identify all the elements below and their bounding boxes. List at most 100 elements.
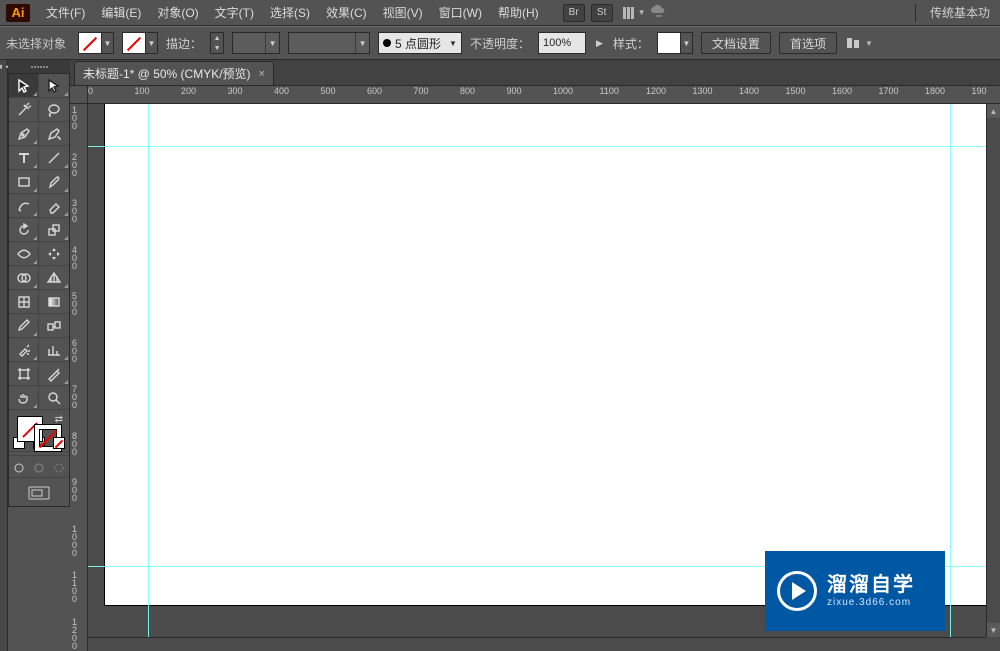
menu-type[interactable]: 文字(T)	[207, 0, 262, 25]
lasso-tool[interactable]	[39, 98, 69, 122]
menu-select[interactable]: 选择(S)	[262, 0, 318, 25]
stroke-color-control[interactable]: ▼	[122, 32, 158, 54]
menu-effect[interactable]: 效果(C)	[318, 0, 375, 25]
shaper-tool[interactable]	[9, 194, 39, 218]
perspective-grid-tool[interactable]	[39, 266, 69, 290]
variable-width-profile-dropdown[interactable]: ▼	[288, 32, 370, 54]
eyedropper-tool[interactable]	[9, 314, 39, 338]
sync-settings-button[interactable]	[650, 3, 666, 22]
ruler-tick: 1000	[553, 86, 573, 96]
vertical-scrollbar[interactable]: ▲ ▼	[986, 104, 1000, 637]
line-segment-tool[interactable]	[39, 146, 69, 170]
draw-behind[interactable]	[29, 458, 49, 477]
ruler-tick: 400	[274, 86, 289, 96]
close-tab-button[interactable]: ×	[259, 68, 265, 80]
chevron-down-icon: ▼	[145, 33, 157, 53]
stock-button[interactable]: St	[591, 4, 613, 22]
menu-window[interactable]: 窗口(W)	[431, 0, 490, 25]
width-tool[interactable]	[9, 242, 39, 266]
menu-file[interactable]: 文件(F)	[38, 0, 93, 25]
gradient-tool[interactable]	[39, 290, 69, 314]
selection-tool[interactable]	[9, 74, 39, 98]
paintbrush-tool[interactable]	[39, 170, 69, 194]
ruler-tick: 100	[72, 106, 77, 130]
fill-color-control[interactable]: ▼	[78, 32, 114, 54]
symbol-sprayer-tool[interactable]	[9, 338, 39, 362]
graphic-style-dropdown[interactable]: ▼	[657, 32, 693, 54]
gradient-icon	[46, 294, 62, 310]
horizontal-scrollbar[interactable]	[88, 637, 986, 651]
menu-help[interactable]: 帮助(H)	[490, 0, 547, 25]
document-setup-button[interactable]: 文档设置	[701, 32, 771, 54]
scroll-down-icon[interactable]: ▼	[987, 623, 1000, 637]
direct-selection-tool[interactable]	[39, 74, 69, 98]
scale-tool[interactable]	[39, 218, 69, 242]
rotate-tool[interactable]	[9, 218, 39, 242]
opacity-input[interactable]: 100%	[538, 32, 586, 54]
opacity-flyout-icon[interactable]: ▶	[594, 38, 605, 49]
artboard-icon	[16, 366, 32, 382]
eraser-tool[interactable]	[39, 194, 69, 218]
mesh-tool[interactable]	[9, 290, 39, 314]
blend-icon	[46, 318, 62, 334]
ruler-tick: 400	[72, 246, 77, 270]
options-bar: 未选择对象 ▼ ▼ 描边： ▲ ▼ ▼ ▼ 5 点圆形 ▼ 不透明度： 100%…	[0, 26, 1000, 60]
arrange-documents-button[interactable]: ▼	[619, 5, 650, 21]
watermark-subtitle: zixue.3d66.com	[827, 597, 915, 609]
guide-horizontal[interactable]	[88, 146, 1000, 147]
magic-wand-tool[interactable]	[9, 98, 39, 122]
panel-collapse-handle[interactable]: ◄◄	[0, 60, 8, 651]
hand-icon	[16, 390, 32, 406]
stroke-weight-stepper[interactable]: ▲ ▼	[210, 32, 224, 54]
guide-vertical[interactable]	[950, 104, 951, 651]
pen-tool[interactable]	[9, 122, 39, 146]
menu-edit[interactable]: 编辑(E)	[93, 0, 149, 25]
divider	[915, 4, 916, 22]
brush-definition-dropdown[interactable]: 5 点圆形 ▼	[378, 32, 462, 54]
zoom-icon	[46, 390, 62, 406]
draw-normal[interactable]	[9, 458, 29, 477]
menu-view[interactable]: 视图(V)	[375, 0, 431, 25]
menu-object[interactable]: 对象(O)	[149, 0, 206, 25]
tools-panel-grip[interactable]	[8, 60, 70, 74]
column-graph-tool[interactable]	[39, 338, 69, 362]
document-tab[interactable]: 未标题-1* @ 50% (CMYK/预览) ×	[74, 61, 274, 85]
rectangle-tool[interactable]	[9, 170, 39, 194]
pen-icon	[16, 126, 32, 142]
shape-builder-tool[interactable]	[9, 266, 39, 290]
direct-selection-tool-icon	[46, 78, 62, 94]
watermark-title: 溜溜自学	[827, 573, 915, 597]
draw-inside[interactable]	[49, 458, 69, 477]
screen-mode-button[interactable]	[9, 482, 69, 504]
zoom-tool[interactable]	[39, 386, 69, 410]
guide-vertical[interactable]	[148, 104, 149, 651]
paintbrush-icon	[46, 174, 62, 190]
horizontal-ruler[interactable]: 0100200300400500600700800900100011001200…	[88, 86, 1000, 104]
slice-tool[interactable]	[39, 362, 69, 386]
bridge-button[interactable]: Br	[563, 4, 585, 22]
swap-fill-stroke-icon[interactable]: ⇄	[55, 414, 63, 425]
free-transform-tool[interactable]	[39, 242, 69, 266]
scroll-up-icon[interactable]: ▲	[987, 104, 1000, 118]
draw-normal-icon	[13, 462, 25, 474]
vertical-ruler[interactable]: 100200300400500600700800900100011001200	[70, 104, 88, 651]
workspace-switcher[interactable]: 传统基本功	[930, 4, 994, 21]
type-tool[interactable]	[9, 146, 39, 170]
eyedropper-icon	[16, 318, 32, 334]
ruler-tick: 200	[72, 153, 77, 177]
preferences-button[interactable]: 首选项	[779, 32, 837, 54]
artboard[interactable]	[105, 104, 993, 605]
align-panel-button[interactable]: ▼	[845, 35, 873, 51]
ruler-origin[interactable]	[70, 86, 88, 104]
menu-bar: Ai 文件(F) 编辑(E) 对象(O) 文字(T) 选择(S) 效果(C) 视…	[0, 0, 1000, 26]
blend-tool[interactable]	[39, 314, 69, 338]
ruler-tick: 1600	[832, 86, 852, 96]
hand-tool[interactable]	[9, 386, 39, 410]
fill-stroke-control[interactable]: ⇄	[9, 410, 69, 456]
artboard-tool[interactable]	[9, 362, 39, 386]
ruler-tick: 100	[135, 86, 150, 96]
brush-dot-icon	[383, 39, 391, 47]
shaper-icon	[16, 198, 32, 214]
stroke-weight-dropdown[interactable]: ▼	[232, 32, 280, 54]
curvature-tool[interactable]	[39, 122, 69, 146]
